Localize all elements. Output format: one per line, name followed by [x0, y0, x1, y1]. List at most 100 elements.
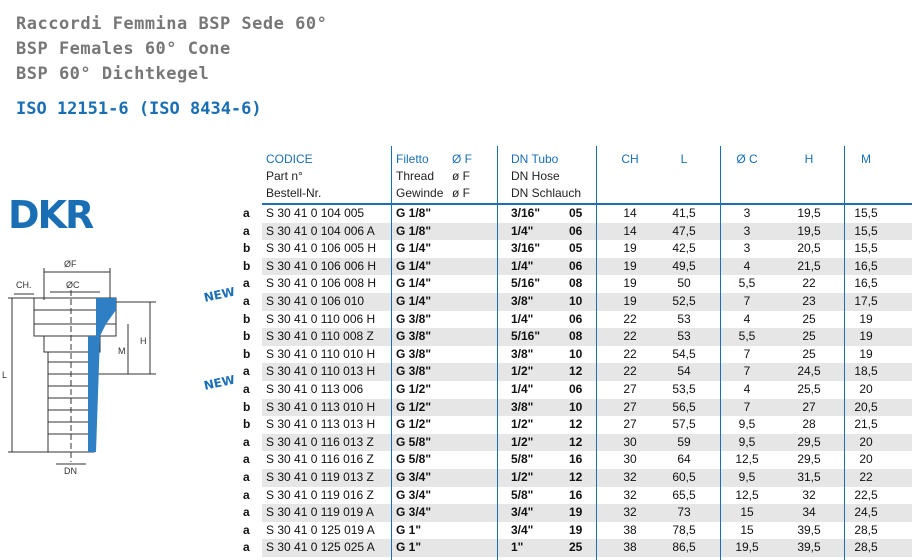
title-english: BSP Females 60° Cone [16, 39, 231, 59]
table-row: S 30 41 0 125 019 A G 1" 3/4" 19 38 78,5 15 39,… [262, 522, 912, 540]
l-value: 42,5 [672, 241, 696, 256]
hose-inch: 1/2" [511, 434, 534, 449]
m-value: 28,5 [854, 540, 878, 555]
l-value: 41,5 [672, 206, 696, 220]
part-number: S 30 41 0 106 006 H [266, 258, 377, 273]
row-grade: a [243, 470, 250, 484]
hose-dn: 16 [569, 452, 583, 467]
m-value: 22,5 [854, 487, 878, 502]
l-value: 54 [677, 364, 691, 379]
drawing-label-dn: DN [64, 466, 77, 475]
h-value: 34 [802, 505, 816, 520]
row-grade: a [243, 276, 250, 291]
ch-value: 32 [623, 487, 637, 502]
h-value: 25 [802, 329, 816, 344]
header-m: M [861, 152, 871, 166]
hose-dn: 10 [569, 399, 583, 414]
l-value: 78,5 [672, 522, 696, 537]
l-value: 86,5 [672, 540, 696, 555]
part-number: S 30 41 0 104 005 [266, 206, 365, 220]
hose-dn: 12 [569, 364, 583, 379]
fitting-drawing: ØF ØC CH. M H L DN [2, 259, 156, 475]
oc-value: 4 [743, 382, 751, 396]
h-value: 32 [802, 487, 816, 502]
row-grade: a [243, 452, 250, 467]
m-value: 20,5 [854, 399, 878, 414]
m-value: 16,5 [854, 276, 878, 291]
m-value: 15,5 [854, 241, 878, 256]
ch-value: 27 [623, 417, 637, 432]
hose-inch: 5/8" [511, 452, 534, 467]
drawing-label-of: ØF [64, 259, 77, 269]
m-value: 24,5 [854, 505, 878, 520]
thread: G 3/4" [396, 470, 432, 484]
m-value: 17,5 [854, 294, 878, 308]
ch-value: 14 [623, 223, 637, 238]
thread: G 1/2" [396, 399, 432, 414]
hose-dn: 12 [569, 434, 583, 449]
m-value: 15,5 [854, 206, 878, 220]
hose-inch: 1/4" [511, 311, 534, 326]
ch-value: 32 [623, 470, 637, 484]
table-row: S 30 41 0 104 005 G 1/8" 3/16" 05 14 41,5 3 19,… [262, 205, 912, 223]
row-grade: a [243, 364, 250, 379]
h-value: 27 [802, 399, 816, 414]
hose-inch: 5/16" [511, 329, 541, 344]
l-value: 54,5 [672, 346, 696, 361]
header-oc: Ø C [736, 152, 758, 166]
thread: G 3/8" [396, 311, 432, 326]
thread: G 1/8" [396, 206, 432, 220]
h-value: 25 [802, 311, 816, 326]
ch-value: 22 [623, 364, 637, 379]
header-dn: DN Tubo DN Hose DN Schlauch [511, 152, 582, 200]
thread: G 1/8" [396, 223, 432, 238]
hose-inch: 1/2" [511, 417, 534, 432]
thread: G 1/4" [396, 258, 432, 273]
l-value: 73 [677, 505, 691, 520]
drawing-label-m: M [118, 346, 126, 356]
l-value: 49,5 [672, 258, 696, 273]
ch-value: 32 [623, 505, 637, 520]
column-divider [497, 146, 498, 560]
hose-inch: 1/4" [511, 382, 534, 396]
drawing-label-ch: CH. [16, 280, 32, 290]
hose-inch: 3/16" [511, 206, 541, 220]
ch-value: 27 [623, 399, 637, 414]
row-grade: b [243, 399, 251, 414]
table-row: S 30 41 0 116 016 Z G 5/8" 5/8" 16 30 64 12,5 2… [262, 451, 912, 469]
part-number: S 30 41 0 106 005 H [266, 241, 377, 256]
table-row: S 30 41 0 119 013 Z G 3/4" 1/2" 12 32 60,5 9,5… [262, 469, 912, 487]
row-grade: b [243, 417, 251, 432]
hose-dn: 10 [569, 346, 583, 361]
table-row: S 30 41 0 106 006 H G 1/4" 1/4" 06 19 49,5 4 21… [262, 257, 912, 276]
h-value: 39,5 [797, 540, 821, 555]
header-codice: CODICE Part n° Bestell-Nr. [266, 152, 322, 200]
thread: G 1/2" [396, 382, 432, 396]
ch-value: 19 [623, 258, 637, 273]
ch-value: 22 [623, 311, 637, 326]
drawing-label-h: H [140, 336, 147, 346]
title-german: BSP 60° Dichtkegel [16, 64, 210, 84]
l-value: 59 [677, 434, 691, 449]
header-underline [262, 203, 912, 205]
hose-inch: 1/4" [511, 223, 534, 238]
part-number: S 30 41 0 116 016 Z [266, 452, 374, 467]
hose-dn: 08 [569, 276, 583, 291]
oc-value: 7 [743, 346, 751, 361]
l-value: 56,5 [672, 399, 696, 414]
hose-dn: 16 [569, 487, 583, 502]
oc-value: 9,5 [738, 417, 756, 432]
table-row: S 30 41 0 106 008 H G 1/4" 5/16" 08 19 50 5,5 2… [262, 275, 912, 293]
table-row: S 30 41 0 125 025 A G 1" 1" 25 38 86,5 19,5 39,… [262, 539, 912, 557]
part-number: S 30 41 0 110 010 H [266, 346, 376, 361]
h-value: 29,5 [797, 452, 821, 467]
column-divider [391, 146, 392, 560]
table-row: S 30 41 0 113 010 H G 1/2" 3/8" 10 27 56,5 7 27… [262, 398, 912, 417]
row-grade: a [243, 540, 250, 555]
oc-value: 9,5 [738, 470, 756, 484]
part-number: S 30 41 0 113 010 H [266, 399, 376, 414]
oc-value: 5,5 [738, 329, 756, 344]
thread: G 3/4" [396, 505, 432, 520]
part-number: S 30 41 0 110 006 H [266, 311, 376, 326]
oc-value: 12,5 [735, 452, 759, 467]
